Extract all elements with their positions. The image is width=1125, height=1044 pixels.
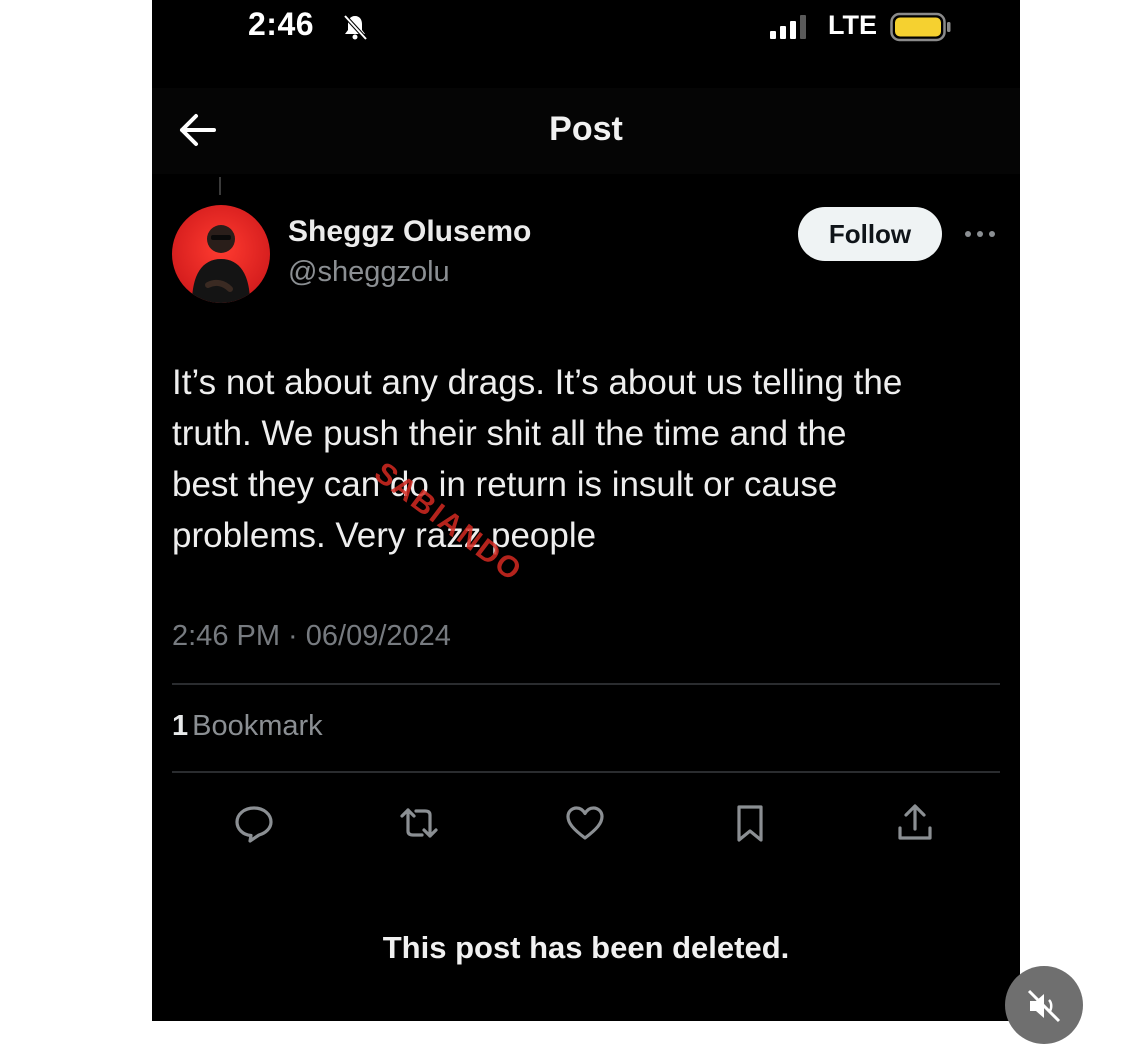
- avatar-figure-icon: [192, 225, 250, 303]
- speaker-muted-icon: [1027, 989, 1061, 1023]
- thread-line: [219, 177, 221, 195]
- signal-bars-icon: [770, 15, 806, 39]
- top-bar: Post: [152, 88, 1020, 174]
- post-text: It’s not about any drags. It’s about us …: [172, 363, 903, 555]
- reply-icon: [235, 806, 273, 843]
- divider: [172, 771, 1000, 773]
- share-icon: [898, 804, 932, 840]
- bookmark-stat[interactable]: 1 Bookmark: [172, 710, 323, 743]
- share-button[interactable]: [888, 796, 942, 850]
- like-button[interactable]: [558, 796, 612, 850]
- author-handle[interactable]: @sheggzolu: [288, 256, 450, 289]
- battery-icon: [890, 12, 951, 42]
- bookmark-count: 1: [172, 710, 189, 742]
- author-name[interactable]: Sheggz Olusemo: [288, 215, 531, 249]
- bookmark-icon: [737, 805, 763, 842]
- page-title: Post: [549, 110, 623, 148]
- divider: [172, 683, 1000, 685]
- repost-button[interactable]: [392, 796, 446, 850]
- post-timestamp[interactable]: 2:46 PM · 06/09/2024: [172, 620, 451, 653]
- mute-button[interactable]: [1005, 966, 1083, 1044]
- deleted-notice: This post has been deleted.: [382, 930, 790, 965]
- repost-icon: [400, 808, 438, 838]
- bell-slash-icon: [343, 14, 368, 41]
- bookmark-label: Bookmark: [192, 710, 323, 742]
- status-time: 2:46: [248, 6, 315, 42]
- more-options-icon[interactable]: [962, 222, 998, 246]
- reply-button[interactable]: [227, 796, 281, 850]
- avatar[interactable]: [172, 205, 270, 303]
- like-icon: [566, 806, 604, 840]
- phone-screen: 2:46 LTE Post Sheggz Olusemo @sheggzolu …: [152, 0, 1020, 1021]
- network-type: LTE: [828, 10, 877, 40]
- bookmark-button[interactable]: [723, 796, 777, 850]
- follow-button[interactable]: Follow: [798, 207, 942, 261]
